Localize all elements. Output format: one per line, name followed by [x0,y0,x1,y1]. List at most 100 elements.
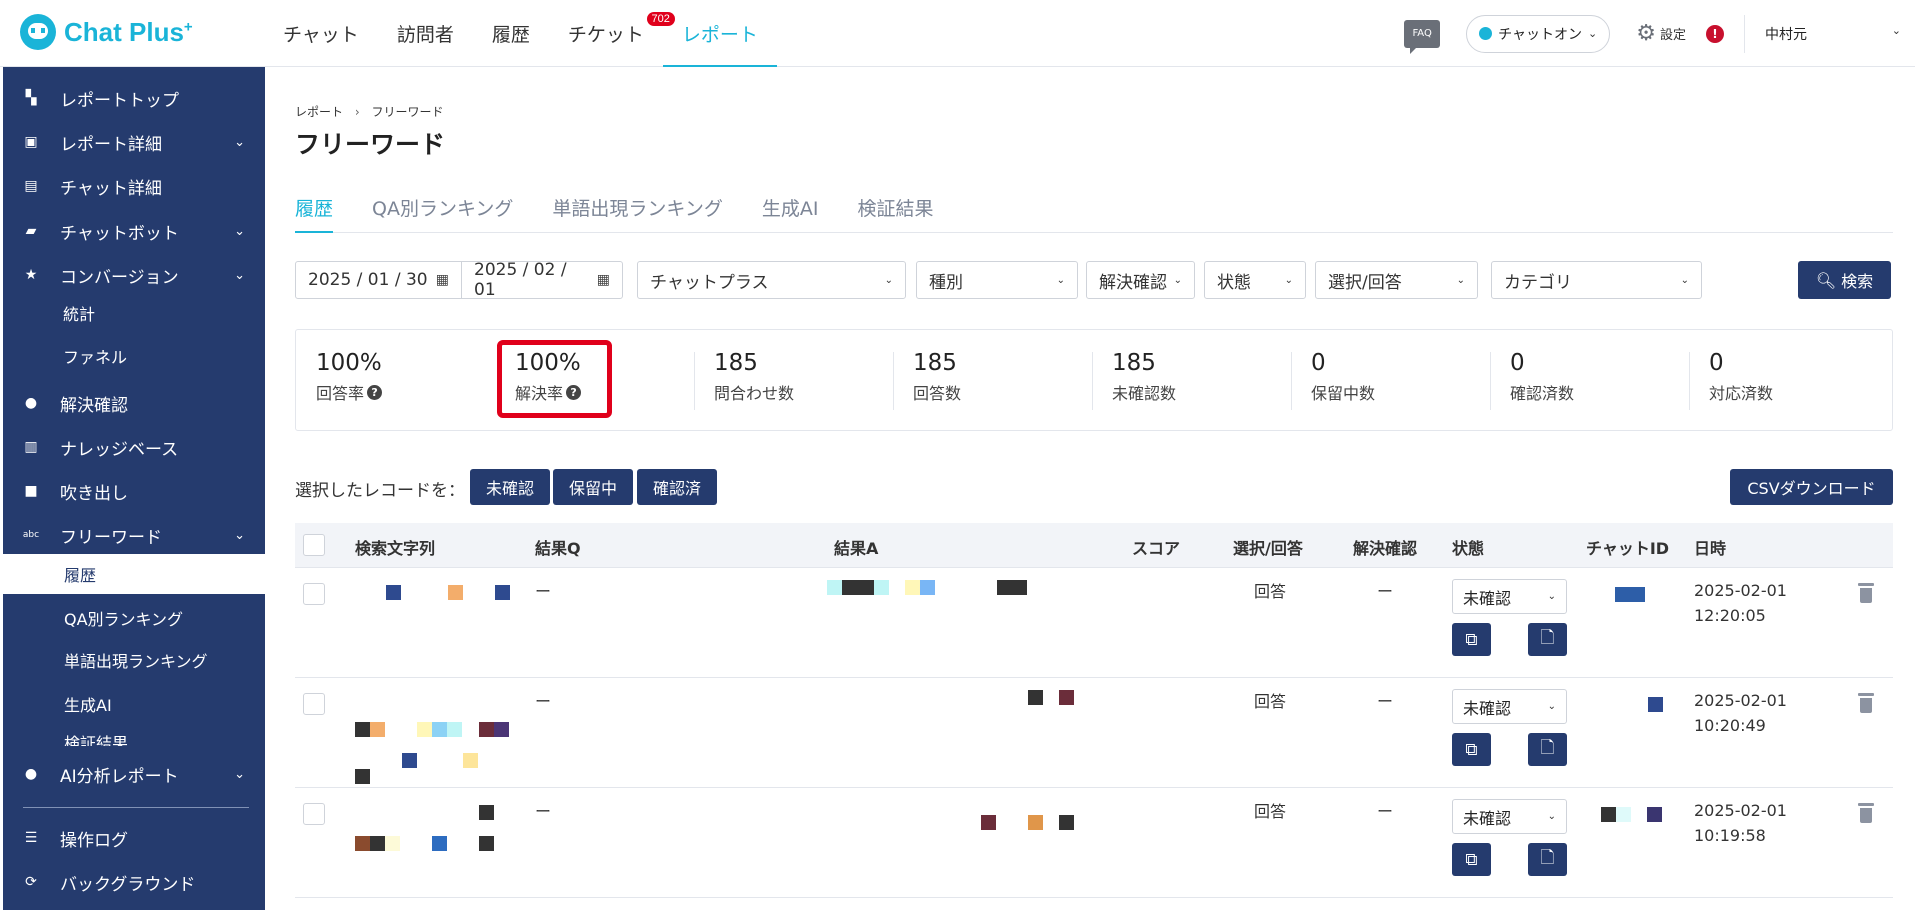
copy-button[interactable]: ⧉ [1452,733,1491,766]
tab-history[interactable]: 履歴 [295,192,334,233]
bulk-unconfirmed-button[interactable]: 未確認 [470,469,550,505]
breadcrumb-parent[interactable]: レポート [295,105,343,119]
copy-button[interactable]: ⧉ [1452,843,1491,876]
chat-status-dropdown[interactable]: チャットオン ⌄ [1466,14,1611,53]
col-result-q[interactable]: 結果Q [535,535,581,559]
status-select[interactable]: 未確認 ⌄ [1452,689,1567,724]
sidebar-item-balloon[interactable]: ■ 吹き出し [3,472,265,510]
add-document-button[interactable]: 🗋 [1528,843,1567,876]
col-datetime[interactable]: 日時 [1694,535,1726,559]
date-from-input[interactable]: 2025 / 01 / 30 ▦ [295,261,462,299]
resolution-cell: ー [1377,692,1394,711]
sidebar-item-knowledge-base[interactable]: ▥ ナレッジベース [3,428,265,466]
tab-generative-ai[interactable]: 生成AI [762,192,819,233]
header-right: FAQ チャットオン ⌄ ⚙ 設定 ! 中村元 ⌄ [1404,0,1915,67]
calendar-icon[interactable]: ▦ [436,272,449,288]
bulk-confirmed-button[interactable]: 確認済 [637,469,717,505]
select-all-checkbox[interactable] [303,534,325,556]
sidebar-sub-verification[interactable]: 検証結果 [3,726,265,746]
site-select[interactable]: チャットプラス ⌄ [637,261,906,299]
row-checkbox[interactable] [303,693,325,715]
sidebar-item-chat-detail[interactable]: ▤ チャット詳細 [3,167,265,205]
user-menu[interactable]: 中村元 ⌄ [1765,24,1915,44]
status-select[interactable]: 未確認 ⌄ [1452,579,1567,614]
stat-unconfirmed: 185 未確認数 [1092,350,1176,412]
sidebar-item-ai-report[interactable]: ● AI分析レポート ⌄ [3,755,265,793]
redacted-block [1616,807,1631,822]
sidebar-item-report-top[interactable]: ▚ レポートトップ [3,79,265,117]
search-icon: 🔍︎ [1815,270,1837,290]
sidebar-sub-stats[interactable]: 統計 [3,293,265,333]
redacted-block [1615,587,1645,602]
state-select[interactable]: 状態 ⌄ [1204,261,1306,299]
copy-button[interactable]: ⧉ [1452,623,1491,656]
chatplus-logo[interactable]: Chat Plus+ [20,14,193,50]
sidebar-item-operation-log[interactable]: ☰ 操作ログ [3,819,265,857]
redacted-block [874,580,889,595]
col-score[interactable]: スコア [1132,535,1180,559]
tab-word-ranking[interactable]: 単語出現ランキング [552,192,722,233]
sidebar-item-chatbot[interactable]: ▰ チャットボット ⌄ [3,212,265,250]
category-select-value: カテゴリ [1504,272,1572,293]
tab-verification[interactable]: 検証結果 [857,192,933,233]
search-button[interactable]: 🔍︎ 検索 [1798,261,1891,299]
sidebar-sub-word-ranking[interactable]: 単語出現ランキング [3,640,265,680]
sidebar-item-background[interactable]: ⟳ バックグラウンド [3,863,265,901]
sidebar-item-report-detail[interactable]: ▣ レポート詳細 ⌄ [3,123,265,161]
add-document-button[interactable]: 🗋 [1528,623,1567,656]
table-header: 検索文字列 結果Q 結果A スコア 選択/回答 解決確認 状態 チャットID 日… [295,523,1893,568]
add-document-button[interactable]: 🗋 [1528,733,1567,766]
category-select[interactable]: カテゴリ ⌄ [1491,261,1702,299]
bulk-on-hold-button[interactable]: 保留中 [553,469,633,505]
sidebar-sub-funnel[interactable]: ファネル [3,336,265,376]
csv-download-button[interactable]: CSVダウンロード [1730,469,1893,505]
topnav-visitors[interactable]: 訪問者 [378,0,473,67]
datetime-cell: 2025-02-01 10:20:49 [1694,688,1787,738]
topnav-chat[interactable]: チャット [264,0,378,67]
row-checkbox[interactable] [303,583,325,605]
sidebar-sub-history[interactable]: 履歴 [3,554,265,594]
stat-on-hold: 0 保留中数 [1291,350,1375,412]
status-select[interactable]: 未確認 ⌄ [1452,799,1567,834]
col-select-answer[interactable]: 選択/回答 [1233,535,1303,559]
bubble-icon: ■ [24,483,38,499]
calendar-icon[interactable]: ▦ [597,272,610,288]
settings-button[interactable]: ⚙ 設定 [1636,21,1686,46]
resolution-select[interactable]: 解決確認 ⌄ [1086,261,1195,299]
topnav-history[interactable]: 履歴 [473,0,549,67]
faq-icon[interactable]: FAQ [1404,19,1441,54]
col-result-a[interactable]: 結果A [834,535,878,559]
copy-icon: ⧉ [1465,849,1478,870]
redacted-block [1059,690,1074,705]
select-answer-select[interactable]: 選択/回答 ⌄ [1315,261,1478,299]
date-to-input[interactable]: 2025 / 02 / 01 ▦ [461,260,623,300]
sidebar-sub-generative-ai[interactable]: 生成AI [3,684,265,724]
redacted-block [402,753,417,768]
stat-label: 回答数 [913,384,962,403]
redacted-block [432,722,447,737]
sidebar-sub-qa-ranking[interactable]: QA別ランキング [3,598,265,638]
topnav-report[interactable]: レポート [662,0,777,67]
topnav-ticket[interactable]: チケット 702 [549,0,675,67]
tab-qa-ranking[interactable]: QA別ランキング [372,192,513,233]
redacted-block [479,722,494,737]
trash-icon[interactable] [1858,583,1874,603]
type-select[interactable]: 種別 ⌄ [916,261,1078,299]
trash-icon[interactable] [1858,693,1874,713]
redacted-block [1647,807,1662,822]
sidebar-item-freeword[interactable]: abc フリーワード ⌄ [3,516,265,554]
col-status[interactable]: 状態 [1452,535,1484,559]
stat-inquiries: 185 問合わせ数 [694,350,794,412]
alert-icon[interactable]: ! [1706,24,1724,43]
sidebar-item-conversion[interactable]: ★ コンバージョン ⌄ [3,256,265,294]
col-chat-id[interactable]: チャットID [1586,535,1669,559]
redacted-block [370,722,385,737]
row-checkbox[interactable] [303,803,325,825]
result-q-cell: ー [535,692,552,711]
stat-value: 185 [714,350,758,376]
trash-icon[interactable] [1858,803,1874,823]
help-icon[interactable]: ? [367,384,383,400]
sidebar-item-resolution[interactable]: ● 解決確認 [3,384,265,422]
col-search-string[interactable]: 検索文字列 [355,535,435,559]
col-resolution[interactable]: 解決確認 [1353,535,1417,559]
